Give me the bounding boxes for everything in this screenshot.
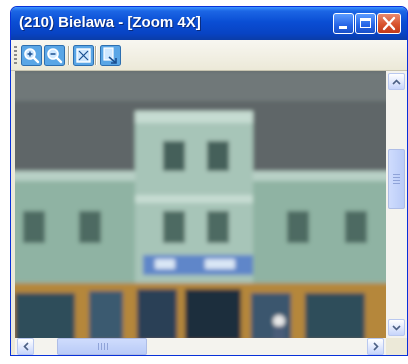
scroll-left-button[interactable]: [17, 338, 34, 355]
close-icon: [382, 16, 396, 31]
fit-to-window-button[interactable]: [73, 45, 94, 66]
zoom-in-button[interactable]: [21, 45, 42, 66]
maximize-icon: [356, 14, 375, 33]
fit-window-icon: [73, 45, 94, 66]
export-icon: [100, 45, 121, 66]
chevron-down-icon: [392, 324, 401, 331]
minimize-button[interactable]: [333, 13, 354, 34]
scrollbar-corner: [386, 338, 407, 355]
horizontal-scrollbar[interactable]: [15, 338, 386, 355]
maximize-button[interactable]: [355, 13, 376, 34]
toolbar: [11, 40, 407, 71]
magnifier-plus-icon: [21, 45, 42, 66]
scroll-down-button[interactable]: [388, 319, 405, 336]
horizontal-scroll-thumb[interactable]: [57, 338, 147, 355]
chevron-up-icon: [392, 78, 401, 85]
chevron-right-icon: [372, 342, 379, 351]
chevron-left-icon: [22, 342, 29, 351]
zoom-window: (210) Bielawa - [Zoom 4X]: [10, 6, 408, 356]
zoomed-image[interactable]: [15, 71, 386, 338]
window-title: (210) Bielawa - [Zoom 4X]: [19, 14, 201, 31]
close-button[interactable]: [377, 13, 401, 34]
vertical-scrollbar[interactable]: [386, 71, 407, 338]
scroll-up-button[interactable]: [388, 73, 405, 90]
scroll-right-button[interactable]: [367, 338, 384, 355]
title-bar[interactable]: (210) Bielawa - [Zoom 4X]: [11, 7, 407, 40]
toolbar-separator: [68, 46, 69, 65]
vertical-scroll-thumb[interactable]: [388, 149, 405, 209]
minimize-icon: [334, 14, 353, 33]
building-photo: [15, 71, 386, 338]
zoom-out-button[interactable]: [44, 45, 65, 66]
toolbar-separator: [95, 46, 96, 65]
thumb-grip: [393, 174, 400, 184]
toolbar-grip[interactable]: [14, 46, 17, 65]
export-button[interactable]: [100, 45, 121, 66]
thumb-grip: [98, 343, 108, 350]
magnifier-minus-icon: [44, 45, 65, 66]
